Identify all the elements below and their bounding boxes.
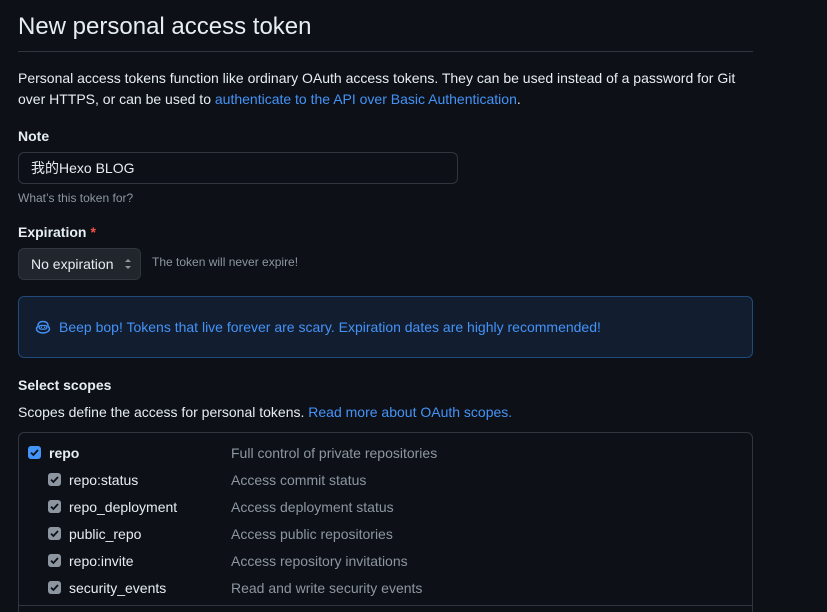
required-mark: * <box>90 224 96 240</box>
check-icon <box>50 503 59 511</box>
expiration-hint: The token will never expire! <box>152 255 299 269</box>
scope-name: repo_deployment <box>69 499 178 515</box>
scope-description: Access repository invitations <box>231 553 408 569</box>
scope-row-security-events: security_events Read and write security … <box>19 576 752 603</box>
intro-paragraph: Personal access tokens function like ord… <box>18 68 758 110</box>
expiration-label: Expiration * <box>18 222 96 242</box>
scopes-list: repo Full control of private repositorie… <box>18 432 753 612</box>
page: New personal access token Personal acces… <box>0 0 827 612</box>
expiration-label-text: Expiration <box>18 224 87 240</box>
scopes-label: Select scopes <box>18 377 112 393</box>
scope-row-repo-status: repo:status Access commit status <box>19 468 752 495</box>
scope-name: repo:invite <box>69 553 134 569</box>
scope-name: security_events <box>69 580 167 596</box>
expiration-selected-value: No expiration <box>31 256 114 272</box>
scope-description: Access deployment status <box>231 499 394 515</box>
scope-row-repo: repo Full control of private repositorie… <box>19 441 752 468</box>
title-divider <box>18 51 753 52</box>
note-hint: What’s this token for? <box>18 191 134 205</box>
basic-auth-link[interactable]: authenticate to the API over Basic Authe… <box>215 91 517 107</box>
scope-checkbox-public-repo[interactable] <box>48 527 61 540</box>
scope-description: Full control of private repositories <box>231 445 438 461</box>
scope-checkbox-repo[interactable] <box>28 446 41 459</box>
scope-checkbox-repo-status[interactable] <box>48 473 61 486</box>
note-input[interactable] <box>18 152 458 184</box>
expiration-select[interactable]: No expiration <box>18 248 141 280</box>
scope-description: Read and write security events <box>231 580 423 596</box>
expiration-warning-banner: Beep bop! Tokens that live forever are s… <box>18 296 753 358</box>
check-icon <box>50 584 59 592</box>
check-icon <box>50 557 59 565</box>
scope-row-repo-deployment: repo_deployment Access deployment status <box>19 495 752 522</box>
check-icon <box>50 530 59 538</box>
scope-description: Access commit status <box>231 472 367 488</box>
scope-row-public-repo: public_repo Access public repositories <box>19 522 752 549</box>
scope-row-repo-invite: repo:invite Access repository invitation… <box>19 549 752 576</box>
check-icon <box>30 449 39 457</box>
copilot-icon <box>35 320 51 334</box>
scopes-divider <box>19 605 752 606</box>
intro-end: . <box>516 91 521 107</box>
scope-name: repo:status <box>69 472 139 488</box>
oauth-scopes-link[interactable]: Read more about OAuth scopes. <box>308 404 512 420</box>
select-arrows-icon <box>125 259 131 269</box>
check-icon <box>50 476 59 484</box>
scope-name: repo <box>49 445 80 461</box>
scope-checkbox-repo-deployment[interactable] <box>48 500 61 513</box>
scopes-description-text: Scopes define the access for personal to… <box>18 404 309 420</box>
scopes-description: Scopes define the access for personal to… <box>18 402 512 422</box>
scope-checkbox-security-events[interactable] <box>48 581 61 594</box>
note-label: Note <box>18 128 50 144</box>
scope-description: Access public repositories <box>231 526 393 542</box>
scope-name: public_repo <box>69 526 142 542</box>
page-title: New personal access token <box>18 13 312 40</box>
scope-checkbox-repo-invite[interactable] <box>48 554 61 567</box>
warning-message: Beep bop! Tokens that live forever are s… <box>59 319 601 335</box>
